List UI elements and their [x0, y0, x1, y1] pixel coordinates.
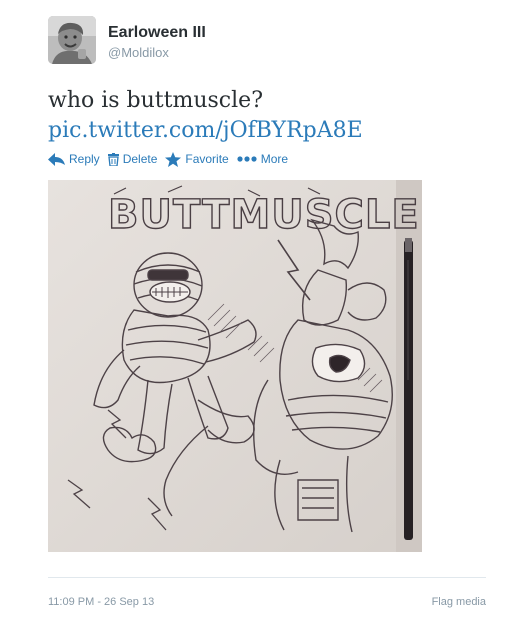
reply-label: Reply — [69, 152, 100, 166]
user-fullname[interactable]: Earloween III — [108, 24, 206, 42]
avatar[interactable] — [48, 16, 96, 64]
tweet-media-photo[interactable]: BUTTMUSCLE — [48, 180, 422, 552]
drawing-title-text: BUTTMUSCLE — [108, 192, 420, 238]
delete-button[interactable]: Delete — [107, 152, 158, 166]
star-icon — [165, 151, 182, 167]
more-button[interactable]: More — [237, 152, 288, 166]
tweet-actions: Reply Delete Favorite More — [48, 150, 296, 168]
flag-media-link[interactable]: Flag media — [432, 596, 486, 608]
tweet: Earloween III @Moldilox who is buttmuscl… — [0, 0, 530, 632]
trash-icon — [107, 152, 119, 166]
tweet-text-body: who is buttmuscle? — [48, 88, 263, 113]
favorite-label: Favorite — [185, 152, 229, 166]
reply-button[interactable]: Reply — [48, 152, 100, 166]
tweet-text: who is buttmuscle? pic.twitter.com/jOfBY… — [48, 86, 363, 146]
user-username[interactable]: @Moldilox — [108, 45, 169, 60]
tweet-timestamp[interactable]: 11:09 PM - 26 Sep 13 — [48, 596, 154, 608]
favorite-button[interactable]: Favorite — [165, 151, 229, 167]
delete-label: Delete — [122, 152, 158, 166]
more-label: More — [260, 152, 289, 166]
drawing-image: BUTTMUSCLE — [48, 180, 422, 552]
footer-divider — [48, 577, 486, 578]
tweet-media-link[interactable]: pic.twitter.com/jOfBYRpA8E — [48, 116, 363, 146]
more-dots-icon — [237, 156, 257, 162]
reply-icon — [48, 152, 65, 166]
avatar-image — [48, 16, 96, 64]
